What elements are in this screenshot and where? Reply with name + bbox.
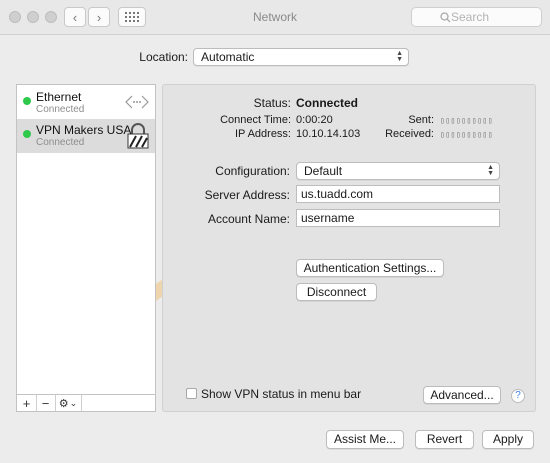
- show-vpn-status-label: Show VPN status in menu bar: [201, 387, 362, 401]
- account-name-field[interactable]: username: [296, 209, 500, 227]
- service-item-ethernet[interactable]: Ethernet Connected: [17, 86, 155, 120]
- revert-button[interactable]: Revert: [415, 430, 474, 449]
- location-label: Location:: [139, 50, 188, 64]
- service-toolbar: + − ⚙ ⌄: [16, 394, 156, 412]
- popup-arrows-icon: ▲ ▼: [396, 50, 403, 63]
- chevron-down-icon: ⌄: [69, 397, 78, 408]
- action-menu-button[interactable]: ⚙ ⌄: [55, 395, 82, 411]
- status-value: Connected: [296, 96, 359, 110]
- service-status: Connected: [36, 104, 85, 115]
- received-meter: ▯▯▯▯▯▯▯▯▯▯: [440, 130, 494, 139]
- status-dot: [23, 97, 31, 105]
- connect-time-label: Connect Time:: [220, 114, 291, 126]
- status-label: Status:: [253, 96, 291, 110]
- advanced-button[interactable]: Advanced...: [423, 386, 501, 404]
- account-name-label: Account Name:: [207, 212, 290, 226]
- configuration-popup[interactable]: Default ▲ ▼: [296, 162, 500, 180]
- disconnect-button[interactable]: Disconnect: [296, 283, 377, 301]
- search-placeholder: Search: [451, 10, 490, 24]
- vpn-lock-icon: [127, 123, 149, 149]
- assist-me-button[interactable]: Assist Me...: [326, 430, 404, 449]
- service-status: Connected: [36, 137, 85, 148]
- add-service-button[interactable]: +: [17, 395, 37, 411]
- connect-time-value: 0:00:20: [296, 114, 333, 126]
- service-name: VPN Makers USA: [36, 123, 132, 137]
- configuration-label: Configuration:: [215, 164, 290, 178]
- service-item-vpn[interactable]: VPN Makers USA Connected: [17, 119, 155, 153]
- server-address-label: Server Address:: [204, 188, 290, 202]
- ip-address-value: 10.10.14.103: [296, 128, 361, 140]
- sent-meter: ▯▯▯▯▯▯▯▯▯▯: [440, 116, 494, 125]
- search-icon: [440, 12, 451, 23]
- search-field[interactable]: Search: [411, 7, 542, 27]
- popup-arrows-icon: ▲ ▼: [487, 164, 494, 177]
- location-popup[interactable]: Automatic ▲ ▼: [193, 48, 409, 66]
- ip-address-label: IP Address:: [234, 128, 291, 140]
- configuration-value: Default: [304, 164, 343, 178]
- server-address-field[interactable]: us.tuadd.com: [296, 185, 500, 203]
- received-label: Received:: [385, 128, 434, 140]
- ethernet-arrows-icon: [125, 95, 149, 109]
- sent-label: Sent:: [408, 114, 434, 126]
- service-name: Ethernet: [36, 90, 82, 104]
- help-button[interactable]: ?: [511, 389, 525, 403]
- service-list: Ethernet Connected VPN Makers USA Connec…: [16, 84, 156, 397]
- minus-icon: −: [41, 395, 50, 411]
- remove-service-button[interactable]: −: [36, 395, 56, 411]
- plus-icon: +: [22, 395, 31, 411]
- apply-button[interactable]: Apply: [482, 430, 534, 449]
- status-dot: [23, 130, 31, 138]
- gear-icon: ⚙: [58, 397, 69, 410]
- show-vpn-status-checkbox[interactable]: [186, 388, 197, 399]
- authentication-settings-button[interactable]: Authentication Settings...: [296, 259, 444, 277]
- location-value: Automatic: [201, 50, 255, 64]
